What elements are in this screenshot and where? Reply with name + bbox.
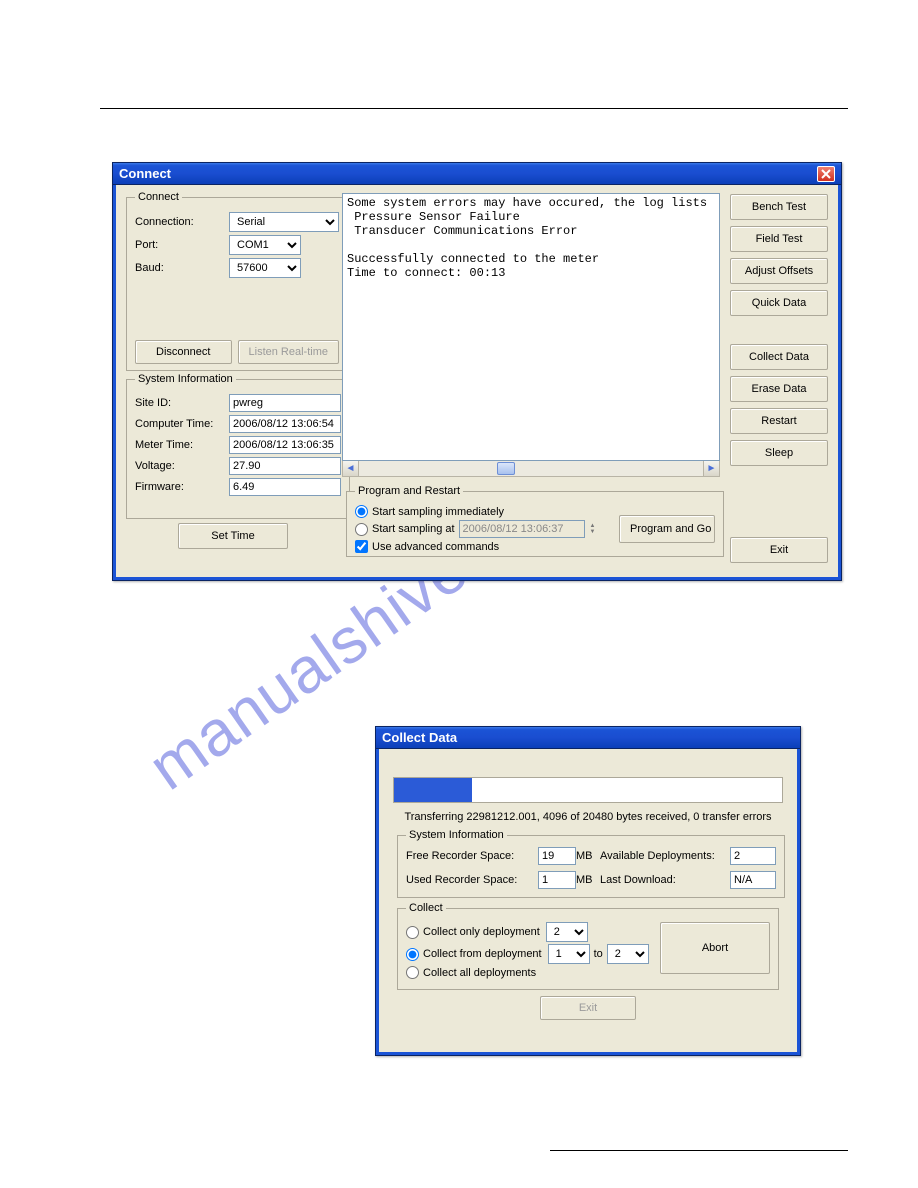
to-label: to — [594, 948, 603, 960]
last-download-field[interactable] — [730, 871, 776, 889]
field-test-button[interactable]: Field Test — [730, 226, 828, 252]
collect-titlebar[interactable]: Collect Data — [376, 727, 800, 749]
voltage-label: Voltage: — [135, 460, 229, 472]
sysinfo-legend: System Information — [135, 373, 236, 385]
collect-from-select[interactable]: 1 — [548, 944, 590, 964]
last-download-label: Last Download: — [600, 874, 730, 886]
log-textarea[interactable]: Some system errors may have occured, the… — [342, 193, 720, 461]
close-icon[interactable] — [817, 166, 835, 182]
sysinfo-group: System Information Site ID: Computer Tim… — [126, 373, 350, 519]
used-space-field[interactable] — [538, 871, 576, 889]
erase-data-button[interactable]: Erase Data — [730, 376, 828, 402]
collect-from-radio[interactable]: Collect from deployment 1 to 2 — [406, 944, 660, 964]
spinner-down-icon[interactable]: ▼ — [590, 529, 596, 535]
firmware-label: Firmware: — [135, 481, 229, 493]
used-space-label: Used Recorder Space: — [406, 874, 538, 886]
log-scrollbar[interactable]: ◄ ► — [342, 461, 720, 477]
voltage-field[interactable] — [229, 457, 341, 475]
program-restart-group: Program and Restart Start sampling immed… — [346, 485, 724, 557]
site-id-field[interactable] — [229, 394, 341, 412]
set-time-button[interactable]: Set Time — [178, 523, 288, 549]
firmware-field[interactable] — [229, 478, 341, 496]
disconnect-button[interactable]: Disconnect — [135, 340, 232, 364]
restart-button[interactable]: Restart — [730, 408, 828, 434]
progress-fill — [394, 778, 472, 802]
baud-label: Baud: — [135, 262, 229, 274]
connect-window: Connect Connect Connection: Serial Port:… — [112, 162, 842, 581]
start-at-radio[interactable]: Start sampling at ▲ ▼ — [355, 520, 619, 538]
sleep-button[interactable]: Sleep — [730, 440, 828, 466]
start-at-datetime — [459, 520, 585, 538]
baud-select[interactable]: 57600 — [229, 258, 301, 278]
computer-time-field[interactable] — [229, 415, 341, 433]
abort-button[interactable]: Abort — [660, 922, 770, 974]
collect-only-radio[interactable]: Collect only deployment 2 — [406, 922, 660, 942]
collect-sysinfo-legend: System Information — [406, 829, 507, 841]
meter-time-label: Meter Time: — [135, 439, 229, 451]
collect-legend: Collect — [406, 902, 446, 914]
collect-group: Collect Collect only deployment 2 Collec… — [397, 902, 779, 990]
start-immediately-radio[interactable]: Start sampling immediately — [355, 505, 619, 518]
site-id-label: Site ID: — [135, 397, 229, 409]
collect-data-window: Collect Data Transferring 22981212.001, … — [375, 726, 801, 1056]
port-label: Port: — [135, 239, 229, 251]
mb-label-1: MB — [576, 850, 600, 862]
connection-select[interactable]: Serial — [229, 212, 339, 232]
use-advanced-checkbox[interactable]: Use advanced commands — [355, 540, 619, 553]
transfer-status: Transferring 22981212.001, 4096 of 20480… — [393, 811, 783, 823]
collect-data-button[interactable]: Collect Data — [730, 344, 828, 370]
port-select[interactable]: COM1 — [229, 235, 301, 255]
avail-deploy-field[interactable] — [730, 847, 776, 865]
collect-sysinfo-group: System Information Free Recorder Space: … — [397, 829, 785, 898]
connect-legend: Connect — [135, 191, 182, 203]
meter-time-field[interactable] — [229, 436, 341, 454]
collect-only-select[interactable]: 2 — [546, 922, 588, 942]
free-space-label: Free Recorder Space: — [406, 850, 538, 862]
collect-exit-button: Exit — [540, 996, 636, 1020]
collect-to-select[interactable]: 2 — [607, 944, 649, 964]
mb-label-2: MB — [576, 874, 600, 886]
avail-deploy-label: Available Deployments: — [600, 850, 730, 862]
listen-realtime-button: Listen Real-time — [238, 340, 339, 364]
program-and-go-button[interactable]: Program and Go — [619, 515, 715, 543]
scroll-right-icon[interactable]: ► — [703, 461, 719, 476]
connect-group: Connect Connection: Serial Port: COM1 Ba… — [126, 191, 348, 371]
quick-data-button[interactable]: Quick Data — [730, 290, 828, 316]
exit-button[interactable]: Exit — [730, 537, 828, 563]
free-space-field[interactable] — [538, 847, 576, 865]
bench-test-button[interactable]: Bench Test — [730, 194, 828, 220]
connect-title: Connect — [119, 163, 171, 185]
program-restart-legend: Program and Restart — [355, 485, 463, 497]
collect-all-radio[interactable]: Collect all deployments — [406, 966, 660, 979]
computer-time-label: Computer Time: — [135, 418, 229, 430]
collect-title: Collect Data — [382, 727, 457, 749]
progress-bar — [393, 777, 783, 803]
adjust-offsets-button[interactable]: Adjust Offsets — [730, 258, 828, 284]
connect-titlebar[interactable]: Connect — [113, 163, 841, 185]
connection-label: Connection: — [135, 216, 229, 228]
side-buttons: Bench Test Field Test Adjust Offsets Qui… — [730, 191, 828, 469]
scroll-left-icon[interactable]: ◄ — [343, 461, 359, 476]
